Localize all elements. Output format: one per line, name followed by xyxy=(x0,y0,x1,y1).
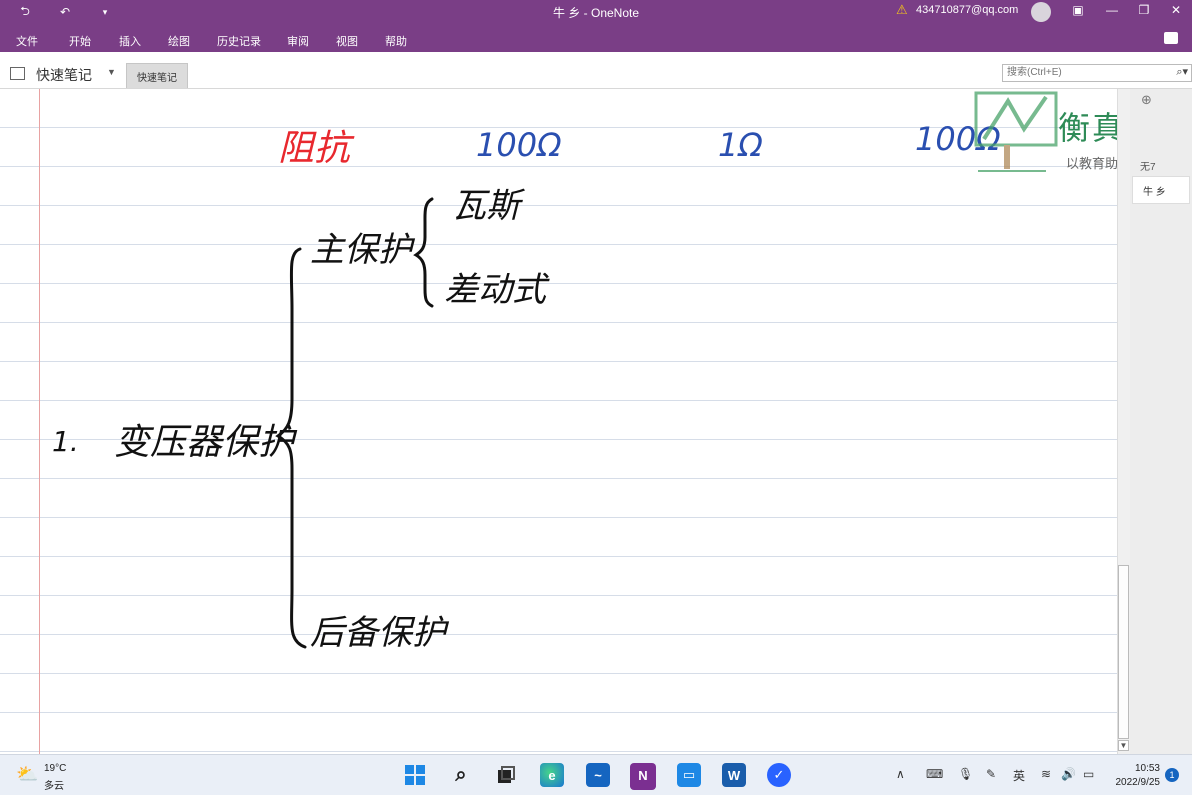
taskbar: ⛅ 19°C 多云 ⌕ e ~ N ▭ W ✓ ∧ ⌨ 🎙 ✎ 英 ≋ 🔊 ▭ … xyxy=(0,754,1192,795)
note-differential: 差动式 xyxy=(444,270,550,310)
scroll-down-icon[interactable]: ▼ xyxy=(1118,740,1129,751)
ink-layer: 阻抗 100Ω 1Ω 100Ω 1. 变压器保护 主保护 瓦斯 差动式 后备保护 xyxy=(52,120,1001,653)
menu-history[interactable]: 历史记录 xyxy=(217,33,261,49)
notebook-name[interactable]: 快速笔记 xyxy=(36,65,92,85)
notification-badge[interactable]: 1 xyxy=(1165,768,1179,782)
task-view-icon[interactable] xyxy=(494,763,518,787)
note-topic: 变压器保护 xyxy=(114,422,298,463)
add-page-icon[interactable]: ⊕ xyxy=(1141,92,1152,108)
maximize-button[interactable]: ❐ xyxy=(1134,3,1154,21)
chevron-up-icon[interactable]: ∧ xyxy=(896,767,905,781)
ribbon-display-icon[interactable]: ▣ xyxy=(1068,3,1088,21)
note-value-1: 1Ω xyxy=(718,126,763,164)
clock-date[interactable]: 2022/9/25 xyxy=(1108,777,1161,788)
remote-desktop-icon[interactable]: ▭ xyxy=(677,763,701,787)
volume-icon[interactable]: 🔊 xyxy=(1061,767,1076,781)
edge-icon[interactable]: e xyxy=(540,763,564,787)
note-gas: 瓦斯 xyxy=(452,186,526,226)
menu-view[interactable]: 视图 xyxy=(336,33,358,49)
close-button[interactable]: ✕ xyxy=(1166,3,1186,21)
warning-icon[interactable]: ⚠ xyxy=(896,2,908,18)
keyboard-icon[interactable]: ⌨ xyxy=(926,767,943,781)
account-email[interactable]: 434710877@qq.com xyxy=(916,4,1018,16)
weather-temp[interactable]: 19°C xyxy=(44,763,66,774)
note-backup-protection: 后备保护 xyxy=(310,613,450,653)
search-box[interactable]: ⌕▾ xyxy=(1002,64,1192,82)
battery-icon[interactable]: ▭ xyxy=(1083,767,1094,781)
search-icon[interactable]: ⌕▾ xyxy=(1176,65,1188,79)
logo-mark-icon xyxy=(982,95,1048,141)
note-item-number: 1. xyxy=(52,425,79,458)
todo-icon[interactable]: ✓ xyxy=(767,763,791,787)
ime-indicator[interactable]: 英 xyxy=(1013,767,1025,784)
onenote-icon[interactable]: N xyxy=(630,763,656,790)
menu-help[interactable]: 帮助 xyxy=(385,33,407,49)
pen-icon[interactable]: ✎ xyxy=(986,767,996,781)
menu-bar: 文件 开始 插入 绘图 历史记录 审阅 视图 帮助 xyxy=(0,24,1192,52)
menu-draw[interactable]: 绘图 xyxy=(168,33,190,49)
title-bar: ⮌ ↶ ▾ 牛 乡 - OneNote ⚠ 434710877@qq.com ▣… xyxy=(0,0,1192,24)
note-main-protection: 主保护 xyxy=(310,230,416,270)
page-tab-partial[interactable]: 无7 xyxy=(1140,158,1156,173)
ribbon-toggle-icon[interactable] xyxy=(1164,32,1178,44)
minimize-button[interactable]: — xyxy=(1102,3,1122,21)
search-taskbar-icon[interactable]: ⌕ xyxy=(449,763,473,787)
avatar[interactable] xyxy=(1031,2,1051,22)
whiteboard-icon[interactable]: ~ xyxy=(586,763,610,787)
section-tab[interactable]: 快速笔记 xyxy=(126,63,188,88)
clock-time[interactable]: 10:53 xyxy=(1130,763,1160,774)
menu-insert[interactable]: 插入 xyxy=(119,33,141,49)
scrollbar-thumb[interactable] xyxy=(1118,565,1129,739)
windows-start-icon[interactable] xyxy=(403,763,427,787)
logo-trunk-icon xyxy=(1004,145,1010,169)
note-impedance: 阻抗 xyxy=(278,128,355,169)
menu-file[interactable]: 文件 xyxy=(16,33,38,49)
wifi-icon[interactable]: ≋ xyxy=(1041,767,1051,781)
page-tab-current[interactable]: 牛 乡 xyxy=(1132,176,1190,204)
chevron-down-icon[interactable]: ▼ xyxy=(107,67,116,77)
notebook-icon[interactable] xyxy=(10,67,25,80)
word-icon[interactable]: W xyxy=(722,763,746,787)
microphone-icon[interactable]: 🎙 xyxy=(958,767,973,781)
search-input[interactable] xyxy=(1003,65,1157,79)
menu-review[interactable]: 审阅 xyxy=(287,33,309,49)
menu-home[interactable]: 开始 xyxy=(69,33,91,49)
weather-icon[interactable]: ⛅ xyxy=(16,764,38,785)
weather-desc[interactable]: 多云 xyxy=(44,777,64,792)
note-value-100: 100Ω xyxy=(476,126,562,164)
brace-small xyxy=(413,197,434,308)
